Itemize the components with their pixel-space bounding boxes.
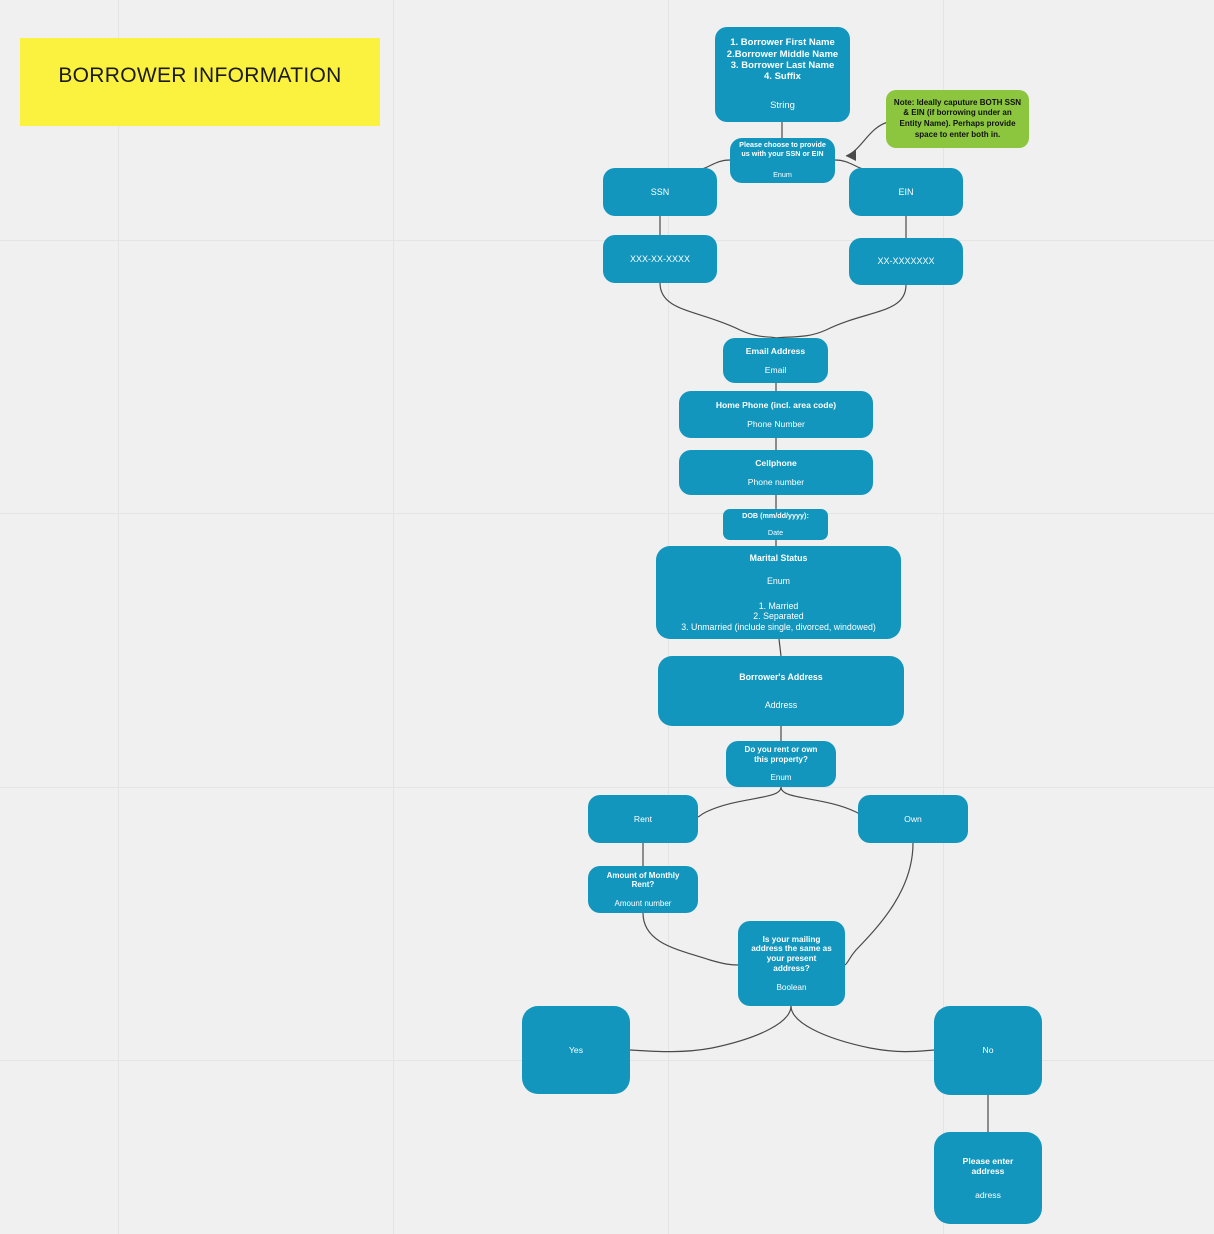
section-banner-label: BORROWER INFORMATION	[58, 64, 342, 87]
node-title: DOB (mm/dd/yyyy):	[742, 510, 809, 520]
node-subtitle: Enum	[767, 576, 790, 587]
node-title: Borrower's Address	[739, 671, 823, 682]
node-title: Rent	[633, 813, 653, 824]
node-subtitle: Enum	[770, 773, 792, 783]
connector-einformat-to-email	[775, 284, 907, 339]
node-ssn-format[interactable]: XXX-XX-XXXX	[603, 235, 717, 283]
node-title: Do you rent or own this property?	[744, 745, 818, 764]
node-no[interactable]: No	[934, 1006, 1042, 1095]
node-ssn[interactable]: SSN	[603, 168, 717, 216]
node-subtitle: Email	[764, 365, 787, 375]
sticky-note: Note: Ideally caputure BOTH SSN & EIN (i…	[886, 90, 1029, 148]
connector-marital-to-address	[778, 638, 782, 657]
node-subtitle: Enum	[773, 170, 792, 180]
node-title: Marital Status	[749, 553, 808, 564]
node-cellphone[interactable]: Cellphone Phone number	[679, 450, 873, 495]
gridline-vertical	[393, 0, 394, 1234]
node-title: Please choose to provide us with your SS…	[739, 140, 826, 158]
node-borrower-address[interactable]: Borrower's Address Address	[658, 656, 904, 726]
node-title: No	[982, 1045, 994, 1056]
connector-rentown-to-rent	[696, 786, 782, 818]
gridline-horizontal	[0, 787, 1214, 788]
flowchart-canvas: BORROWER INFORMATION Note: Ideally caput…	[0, 0, 1214, 1234]
node-title: XX-XXXXXXX	[877, 256, 935, 267]
node-choose-ssn-or-ein[interactable]: Please choose to provide us with your SS…	[730, 138, 835, 183]
node-title: Own	[904, 813, 922, 824]
connector-mailing-to-no	[790, 1005, 935, 1053]
node-subtitle: Address	[764, 700, 798, 710]
node-title: Cellphone	[755, 457, 797, 468]
node-subtitle: Boolean	[776, 982, 807, 992]
node-enter-address[interactable]: Please enter address adress	[934, 1132, 1042, 1224]
node-ein[interactable]: EIN	[849, 168, 963, 216]
node-rent-or-own[interactable]: Do you rent or own this property? Enum	[726, 741, 836, 787]
node-email-address[interactable]: Email Address Email	[723, 338, 828, 383]
connector-own-to-mailing	[844, 842, 914, 966]
node-title: XXX-XX-XXXX	[629, 253, 691, 264]
gridline-vertical	[118, 0, 119, 1234]
sticky-note-text: Note: Ideally caputure BOTH SSN & EIN (i…	[893, 97, 1022, 139]
node-rent[interactable]: Rent	[588, 795, 698, 843]
node-subtitle: Date	[767, 528, 784, 537]
arrowhead-note	[846, 150, 856, 161]
node-marital-status[interactable]: Marital Status Enum 1. Married 2. Separa…	[656, 546, 901, 639]
node-subtitle: Amount number	[614, 898, 672, 908]
node-subtitle: String	[770, 100, 795, 112]
node-title: Home Phone (incl. area code)	[715, 399, 837, 410]
connector-rentown-to-own	[780, 786, 866, 818]
node-subtitle: Phone number	[747, 477, 805, 487]
node-subtitle: Phone Number	[747, 419, 805, 429]
connector-mailing-to-yes	[629, 1005, 792, 1053]
node-options: 1. Married 2. Separated 3. Unmarried (in…	[681, 600, 876, 632]
connector-ssnformat-to-email	[659, 282, 777, 339]
gridline-horizontal	[0, 513, 1214, 514]
node-title: Please enter address	[962, 1156, 1014, 1177]
node-title: SSN	[650, 186, 670, 197]
node-ein-format[interactable]: XX-XXXXXXX	[849, 238, 963, 285]
connector-note-to-ssnein	[845, 121, 889, 157]
node-title: Yes	[568, 1044, 584, 1055]
node-borrower-names[interactable]: 1. Borrower First Name 2.Borrower Middle…	[715, 27, 850, 122]
node-title: Email Address	[745, 345, 806, 356]
node-title: Amount of Monthly Rent?	[606, 870, 680, 890]
node-mailing-same-as-present[interactable]: Is your mailing address the same as your…	[738, 921, 845, 1006]
node-dob[interactable]: DOB (mm/dd/yyyy): Date	[723, 509, 828, 540]
node-title: 1. Borrower First Name 2.Borrower Middle…	[726, 37, 839, 83]
section-banner: BORROWER INFORMATION	[20, 38, 380, 126]
node-title: Is your mailing address the same as your…	[751, 934, 832, 973]
connector-monthlyrent-to-mailing	[642, 912, 739, 966]
node-subtitle: adress	[975, 1189, 1001, 1200]
node-own[interactable]: Own	[858, 795, 968, 843]
node-yes[interactable]: Yes	[522, 1006, 630, 1094]
node-home-phone[interactable]: Home Phone (incl. area code) Phone Numbe…	[679, 391, 873, 438]
node-monthly-rent-amount[interactable]: Amount of Monthly Rent? Amount number	[588, 866, 698, 913]
node-title: EIN	[898, 186, 914, 197]
